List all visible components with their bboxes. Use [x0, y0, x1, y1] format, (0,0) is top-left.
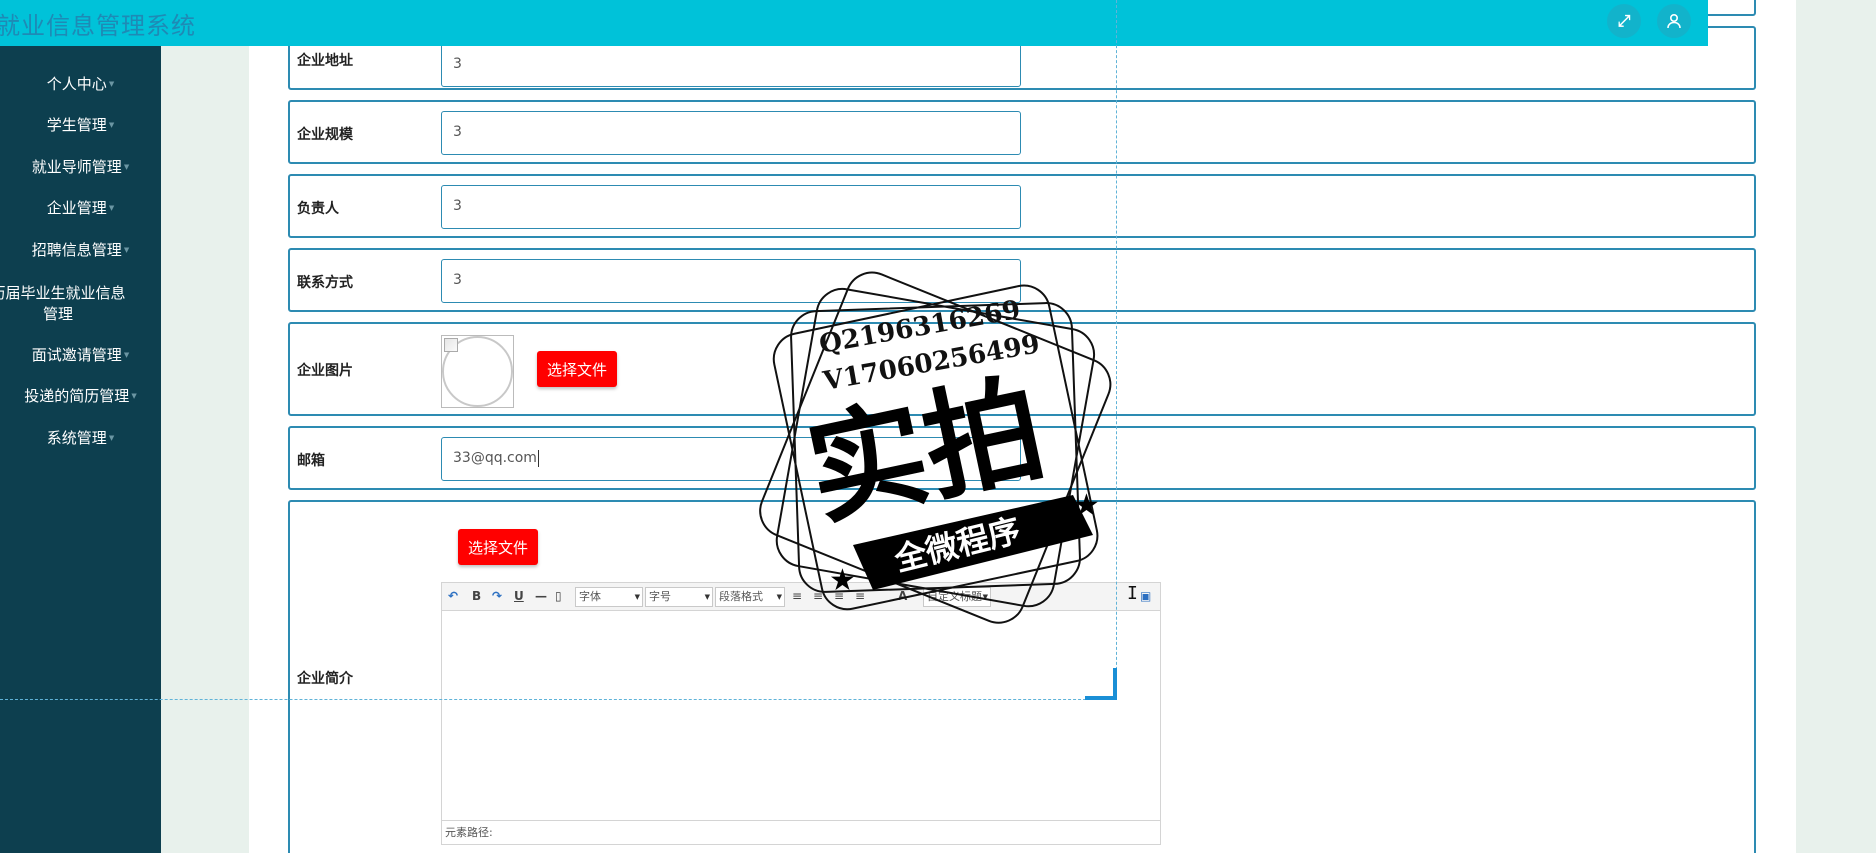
chevron-down-icon: ▼: [123, 163, 130, 171]
intro-label: 企业简介: [297, 671, 353, 687]
watermark-stamp: Q2196316269 V17060256499 实拍 全微程序 ★ ★: [733, 245, 1138, 650]
email-value: 33@qq.com: [453, 450, 537, 466]
image-label: 企业图片: [297, 363, 353, 379]
sidebar-item-resumes[interactable]: 投递的简历管理 ▼: [0, 386, 161, 407]
sidebar-item-students[interactable]: 学生管理 ▼: [0, 115, 161, 136]
form-row-scale: 企业规模 3: [288, 100, 1756, 164]
text-cursor: [537, 449, 539, 467]
chevron-down-icon: ▼: [704, 593, 710, 601]
chevron-down-icon: ▼: [131, 392, 137, 400]
contact-label: 联系方式: [297, 275, 353, 291]
font-family-select[interactable]: 字体 ▼: [575, 587, 643, 607]
top-header: 就业信息管理系统 ⤢: [0, 0, 1708, 46]
expand-icon[interactable]: ⤢: [1607, 4, 1641, 38]
image-choose-file-button[interactable]: 选择文件: [537, 351, 618, 387]
email-label: 邮箱: [297, 453, 325, 469]
sidebar: 个人中心 ▼ 学生管理 ▼ 就业导师管理 ▼ 企业管理 ▼ 招聘信息管理 ▼ 历届毕业生就…: [0, 46, 161, 853]
preview-icon[interactable]: ▣: [1140, 589, 1151, 603]
scale-input[interactable]: 3: [441, 111, 1021, 155]
watermark-graphic: Q2196316269 V17060256499 实拍 全微程序 ★ ★: [759, 271, 1112, 624]
company-image-preview: [441, 335, 514, 408]
chevron-down-icon: ▼: [108, 80, 115, 88]
star-icon: ★: [1073, 488, 1100, 523]
sidebar-item-recruitment[interactable]: 招聘信息管理 ▼: [0, 240, 161, 261]
address-input[interactable]: 3: [441, 43, 1021, 87]
sidebar-item-graduates[interactable]: 历届毕业生就业信息管理: [0, 283, 161, 325]
sidebar-item-interviews[interactable]: 面试邀请管理 ▼: [0, 345, 161, 366]
chevron-down-icon: ▼: [123, 351, 130, 359]
font-size-select[interactable]: 字号 ▼: [645, 587, 713, 607]
user-icon[interactable]: [1657, 4, 1691, 38]
page-icon[interactable]: ▯: [555, 589, 562, 603]
chevron-down-icon: ▼: [108, 434, 115, 442]
manager-label: 负责人: [297, 201, 339, 217]
editor-element-path: 元素路径:: [442, 820, 1160, 844]
bold-icon[interactable]: B: [472, 589, 481, 603]
manager-input[interactable]: 3: [441, 185, 1021, 229]
app-title: 就业信息管理系统: [0, 12, 196, 40]
horizontal-rule-icon[interactable]: —: [535, 589, 547, 603]
chevron-down-icon: ▼: [123, 246, 130, 254]
chevron-down-icon: ▼: [634, 593, 640, 601]
chevron-down-icon: ▼: [108, 121, 115, 129]
address-label: 企业地址: [297, 53, 353, 69]
sidebar-item-mentors[interactable]: 就业导师管理 ▼: [0, 157, 161, 178]
underline-icon[interactable]: U: [514, 589, 524, 603]
scale-label: 企业规模: [297, 127, 353, 143]
sidebar-item-system[interactable]: 系统管理 ▼: [0, 428, 161, 449]
undo-icon[interactable]: ↶: [448, 589, 458, 603]
star-icon: ★: [829, 563, 856, 598]
chevron-down-icon: ▼: [108, 204, 115, 212]
broken-image-icon: [444, 338, 458, 352]
redo-icon[interactable]: ↷: [492, 589, 502, 603]
sidebar-item-companies[interactable]: 企业管理 ▼: [0, 198, 161, 219]
sidebar-item-personal-center[interactable]: 个人中心 ▼: [0, 74, 161, 95]
resize-handle[interactable]: [1085, 668, 1117, 700]
intro-choose-file-button[interactable]: 选择文件: [458, 529, 539, 565]
drag-guide-horizontal: [0, 699, 1116, 700]
form-row-manager: 负责人 3: [288, 174, 1756, 238]
